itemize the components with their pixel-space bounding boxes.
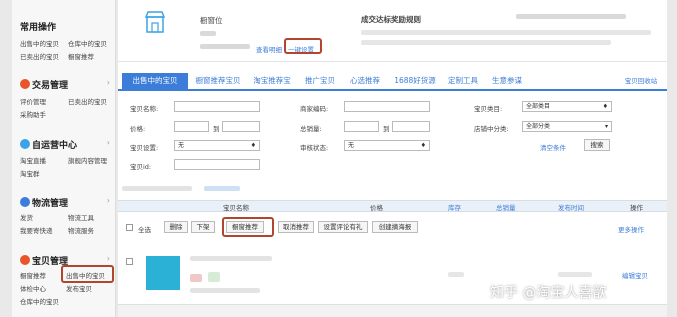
trade-icon [20,79,30,89]
store-icon [144,10,166,34]
sidebar-item-window[interactable]: 橱窗推荐 [68,51,94,61]
sidebar-item-group[interactable]: 淘宝群 [20,168,40,178]
sidebar-item-content[interactable]: 旗舰内容管理 [68,155,107,165]
sidebar-title-common: 常用操作 [20,23,57,33]
category-label: 宝贝类目: [474,105,503,113]
goods-icon [20,255,30,265]
audit-select[interactable]: 无 ♦ [344,140,430,151]
clear-conditions-link[interactable]: 清空条件 [540,142,566,152]
col-name: 宝贝名称 [223,204,249,212]
sales-label: 总销量: [300,125,322,133]
sidebar-item-logistics-service[interactable]: 物流服务 [68,225,94,235]
tab-selling[interactable]: 出售中的宝贝 [122,73,188,89]
sidebar-item-warehouse[interactable]: 仓库中的宝贝 [68,38,107,48]
chevron-right-icon[interactable]: › [107,78,110,87]
code-input[interactable] [344,101,430,112]
delete-button[interactable]: 删除 [164,221,188,233]
service-icon [20,139,30,149]
sidebar-title-service: 自运营中心 [32,141,78,151]
sidebar-item-sold[interactable]: 已卖出的宝贝 [20,51,59,61]
tab-xinxuan[interactable]: 心选推荐 [344,73,386,89]
dropdown-icon: ♦ [250,142,256,149]
col-stock[interactable]: 库存 [448,202,461,212]
edit-product-link[interactable]: 编辑宝贝 [622,270,648,280]
shop-category-label: 店铺中分类: [474,125,509,133]
sidebar-item-purchase[interactable]: 采购助手 [20,109,46,119]
shop-category-select[interactable]: 全部分类 ▾ [522,121,612,132]
main-content: 橱窗位 查看明细 一键设置 成交达标奖励规则 出售中的宝贝 橱窗推荐宝贝 淘宝推… [118,0,667,317]
sidebar-item-health[interactable]: 体检中心 [20,283,46,293]
tab-promote[interactable]: 推广宝贝 [300,73,340,89]
tab-taobao-recommend[interactable]: 淘宝推荐宝 [248,73,296,89]
view-detail-link[interactable]: 查看明细 [256,44,282,54]
col-price: 价格 [370,204,383,212]
sidebar-title-trade: 交易管理 [32,81,69,91]
sidebar-item-live[interactable]: 淘宝直播 [20,155,46,165]
tab-business-advisor[interactable]: 生意参谋 [486,73,528,89]
search-button[interactable]: 搜索 [584,139,610,151]
highlight-one-click [284,38,322,54]
sales-to: 到 [383,125,390,133]
row-checkbox[interactable] [126,258,133,265]
cancel-recommend-button[interactable]: 取消推荐 [278,221,314,233]
sidebar-item-trade-sold[interactable]: 已卖出的宝贝 [68,96,107,106]
dropdown-icon: ▾ [604,123,608,130]
tab-custom-tools[interactable]: 定制工具 [444,73,482,89]
col-date[interactable]: 发布时间 [558,202,584,212]
window-label: 橱窗位 [200,16,223,25]
sales-max-input[interactable] [392,121,430,132]
rule-title: 成交达标奖励规则 [361,15,421,24]
tab-window[interactable]: 橱窗推荐宝贝 [192,73,244,89]
product-thumbnail[interactable] [146,256,180,290]
bottom-bar [118,304,667,317]
setting-select[interactable]: 无 ♦ [174,140,260,151]
category-select[interactable]: 全部类目 ♦ [522,101,612,112]
create-poster-button[interactable]: 创建摘海报 [372,221,418,233]
watermark-text: 知乎 @淘宝人喜歆 [490,285,607,301]
highlight-selling [61,265,114,283]
dropdown-icon: ♦ [420,142,426,149]
setting-label: 宝贝设置: [130,144,159,152]
select-all-label: 全选 [138,226,151,234]
comment-gift-button[interactable]: 设置评论有礼 [318,221,368,233]
select-all-checkbox[interactable] [126,224,133,231]
dropdown-icon: ♦ [602,103,608,110]
sidebar-item-review[interactable]: 评价管理 [20,96,46,106]
col-sales[interactable]: 总销量 [496,202,516,212]
price-to: 到 [213,125,220,133]
price-min-input[interactable] [174,121,209,132]
sidebar-item-goods-window[interactable]: 橱窗推荐 [20,270,46,280]
col-op: 操作 [630,204,643,212]
table-header: 宝贝名称 价格 库存 总销量 发布时间 操作 [118,200,667,212]
offshelf-button[interactable]: 下架 [191,221,215,233]
audit-label: 审核状态: [300,144,329,152]
recycle-bin-link[interactable]: 宝贝回收站 [618,73,664,89]
price-label: 价格: [130,125,146,133]
chevron-right-icon[interactable]: › [107,196,110,205]
sidebar-title-logistics: 物流管理 [32,199,69,209]
chevron-right-icon[interactable]: › [107,254,110,263]
id-label: 宝贝id: [130,163,152,171]
sidebar-item-publish[interactable]: 发布宝贝 [66,283,92,293]
price-max-input[interactable] [222,121,260,132]
name-input[interactable] [174,101,260,112]
sidebar-item-express[interactable]: 我要寄快递 [20,225,53,235]
sidebar-item-goods-warehouse[interactable]: 仓库中的宝贝 [20,296,59,306]
code-label: 商家编码: [300,105,329,113]
sales-min-input[interactable] [344,121,379,132]
top-panel: 橱窗位 查看明细 一键设置 成交达标奖励规则 [118,0,667,62]
sidebar-item-ship[interactable]: 发货 [20,212,33,222]
id-input[interactable] [174,159,260,170]
highlight-window-recommend [222,217,274,237]
sidebar-item-logistics-tools[interactable]: 物流工具 [68,212,94,222]
tab-1688[interactable]: 1688好货源 [390,73,440,89]
more-actions-link[interactable]: 更多操作 [618,224,644,234]
sidebar: 常用操作 出售中的宝贝 仓库中的宝贝 已卖出的宝贝 橱窗推荐 交易管理 › 评价… [12,0,116,317]
tab-bar: 出售中的宝贝 橱窗推荐宝贝 淘宝推荐宝 推广宝贝 心选推荐 1688好货源 定制… [118,73,667,91]
truck-icon [20,197,30,207]
chevron-right-icon[interactable]: › [107,138,110,147]
name-label: 宝贝名称: [130,105,159,113]
sidebar-item-selling[interactable]: 出售中的宝贝 [20,38,59,48]
